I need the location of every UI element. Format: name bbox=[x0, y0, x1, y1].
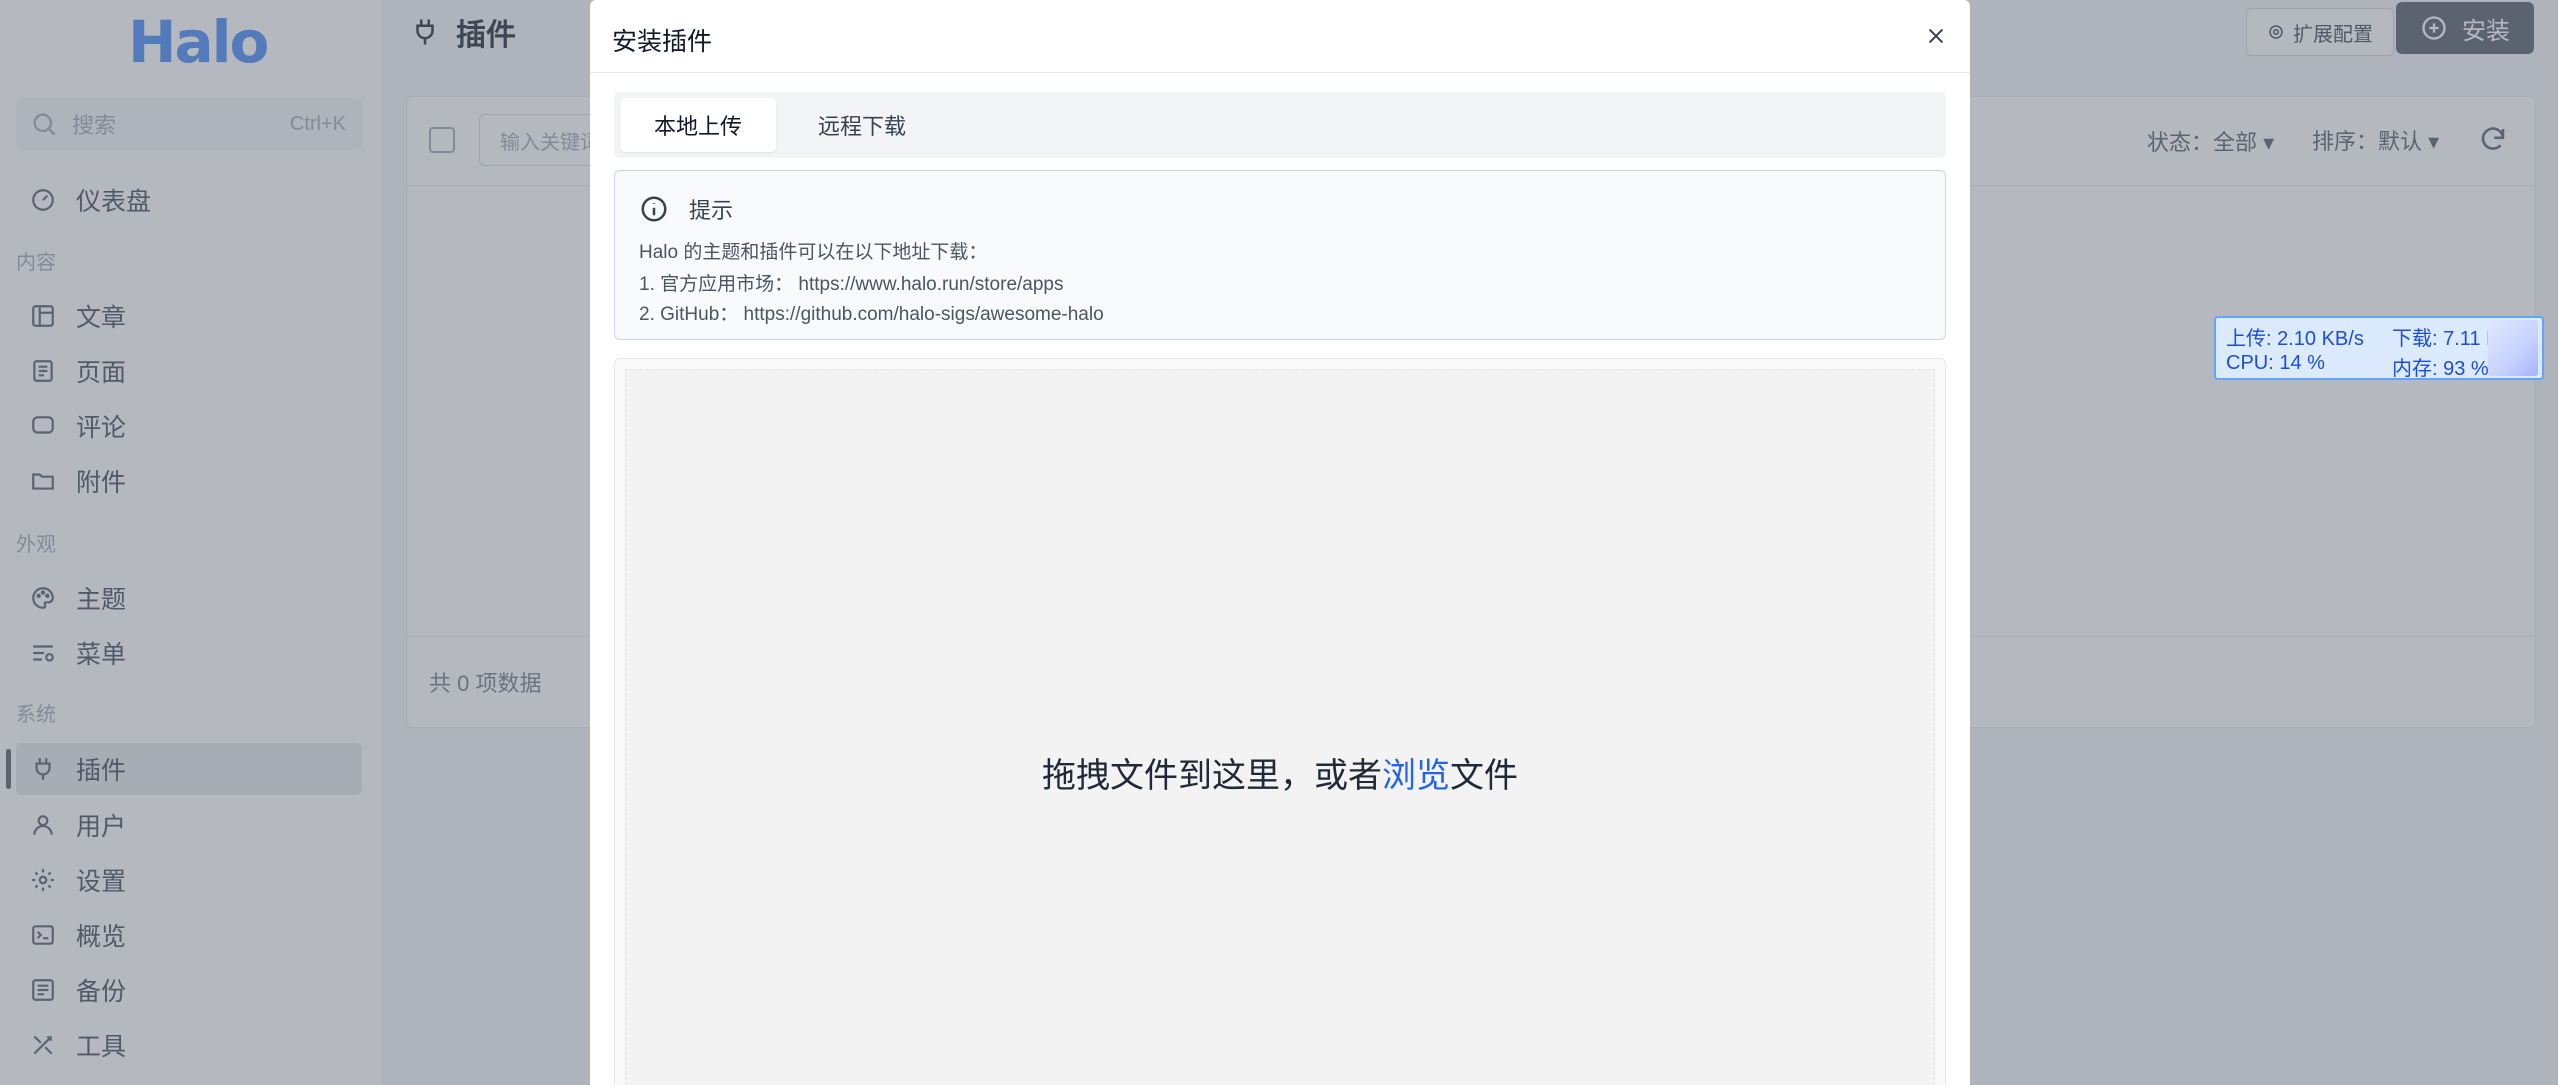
close-button[interactable] bbox=[1916, 16, 1956, 56]
network-monitor-widget[interactable]: 上传: 2.10 KB/s 下载: 7.11 KB/s CPU: 14 % 内存… bbox=[2214, 316, 2544, 380]
dropzone-text-before: 拖拽文件到这里，或者 bbox=[1042, 757, 1382, 795]
alert-line-store: 1. 官方应用市场： https://www.halo.run/store/ap… bbox=[639, 274, 1064, 295]
tab-local-upload[interactable]: 本地上传 bbox=[620, 98, 776, 152]
modal-title: 安装插件 bbox=[612, 28, 713, 56]
mascot-image bbox=[2488, 320, 2538, 376]
tab-remote-download[interactable]: 远程下载 bbox=[784, 98, 940, 152]
upload-tabs: 本地上传 远程下载 bbox=[614, 92, 1946, 158]
file-dropzone[interactable]: 拖拽文件到这里，或者浏览文件 bbox=[614, 358, 1946, 1085]
info-alert: 提示 Halo 的主题和插件可以在以下地址下载： 1. 官方应用市场： http… bbox=[614, 170, 1946, 340]
cpu-usage: CPU: 14 % bbox=[2226, 352, 2325, 374]
alert-title: 提示 bbox=[639, 193, 733, 225]
upload-speed: 上传: 2.10 KB/s bbox=[2226, 328, 2364, 350]
modal-header: 安装插件 bbox=[590, 0, 1970, 73]
dropzone-area[interactable]: 拖拽文件到这里，或者浏览文件 bbox=[625, 369, 1935, 1085]
close-icon bbox=[1928, 28, 1944, 44]
install-plugin-modal: 安装插件 本地上传 远程下载 提示 Halo 的主题和插件可以在以下地址下载： … bbox=[590, 0, 1970, 1085]
alert-line-github: 2. GitHub： https://github.com/halo-sigs/… bbox=[639, 304, 1104, 325]
dropzone-text: 拖拽文件到这里，或者浏览文件 bbox=[626, 748, 1934, 797]
memory-usage: 内存: 93 % bbox=[2392, 358, 2489, 380]
alert-title-text: 提示 bbox=[689, 198, 734, 223]
info-icon bbox=[641, 196, 667, 222]
alert-line-intro: Halo 的主题和插件可以在以下地址下载： bbox=[639, 242, 988, 263]
browse-link[interactable]: 浏览 bbox=[1382, 757, 1450, 795]
dropzone-text-after: 文件 bbox=[1450, 757, 1518, 795]
